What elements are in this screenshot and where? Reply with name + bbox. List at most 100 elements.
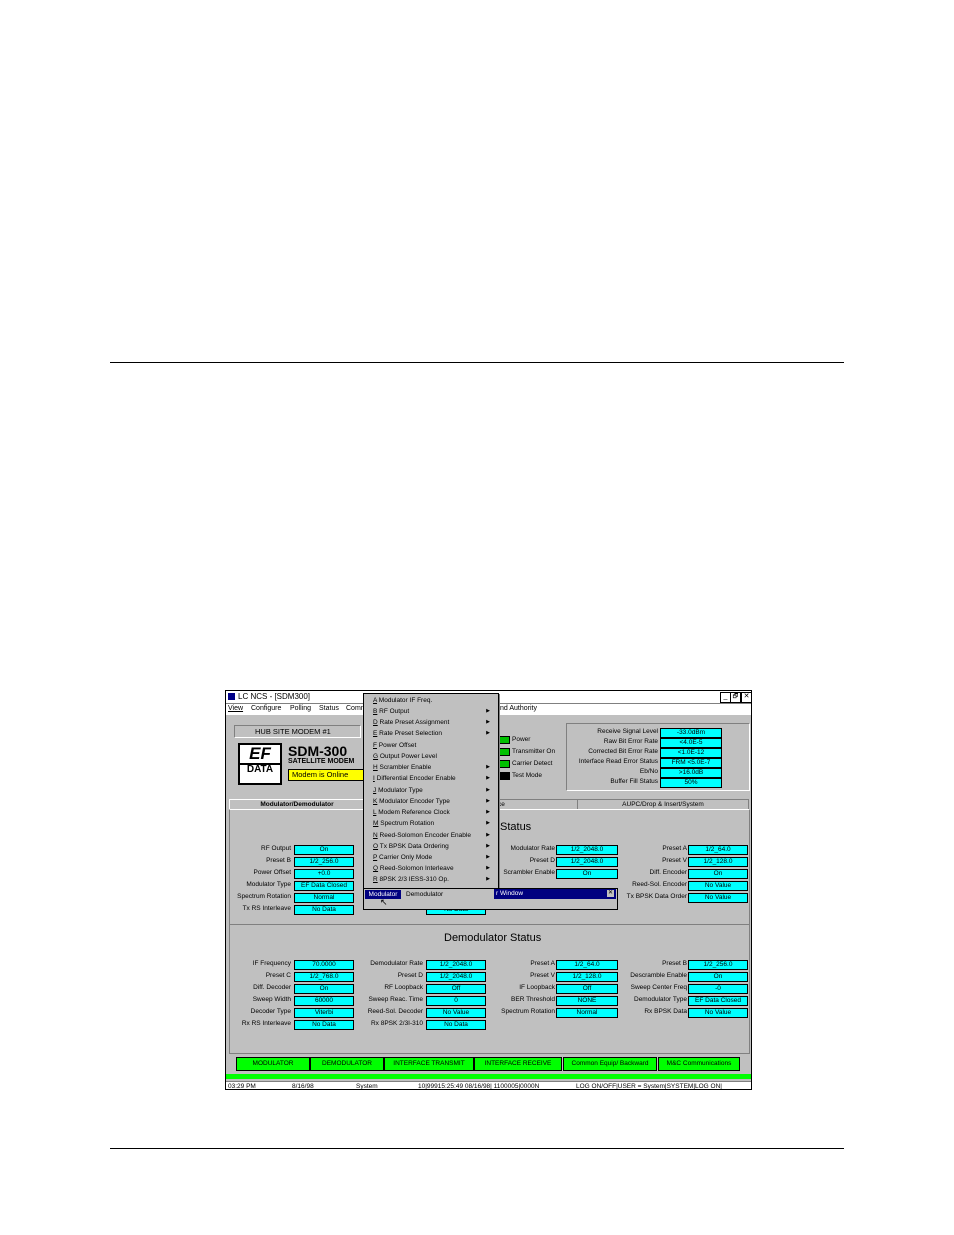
menu-item[interactable]: K Modulator Encoder Type ▶ (373, 798, 493, 805)
menu-item[interactable]: P Carrier Only Mode ▶ (373, 854, 493, 861)
field-label: Sweep Center Freq (630, 984, 687, 991)
online-status: Modem is Online (288, 769, 367, 781)
submenu-arrow-icon: ▶ (486, 843, 490, 849)
metric-value: 50% (660, 778, 722, 788)
menu-item[interactable]: N Reed-Solomon Encoder Enable ▶ (373, 832, 493, 839)
field-value: 1/2_64.0 (688, 845, 748, 855)
field-value: 1/2_768.0 (294, 972, 354, 982)
menu-item[interactable]: O Tx BPSK Data Ordering ▶ (373, 843, 493, 850)
submenu-arrow-icon: ▶ (486, 787, 490, 793)
field-label: Preset A (530, 960, 555, 967)
menu-item[interactable]: Q Reed-Solomon Interleave ▶ (373, 865, 493, 872)
status-time: 03:29 PM (228, 1083, 256, 1090)
green-strip (226, 1074, 751, 1079)
field-value: No Data (294, 905, 354, 915)
menu-item[interactable]: B RF Output ▶ (373, 708, 493, 715)
submenu-close-icon[interactable]: ✕ (607, 890, 614, 897)
field-label: Sweep Reac. Time (368, 996, 423, 1003)
menu-view[interactable]: View (228, 705, 243, 712)
field-value: 70.0000 (294, 960, 354, 970)
field-label: Demodulator Type (634, 996, 687, 1003)
menu-polling[interactable]: Polling (290, 705, 311, 712)
modulator-context-menu: A Modulator IF Freq. B RF Output ▶ D Rate… (363, 693, 499, 889)
menu-item[interactable]: E Rate Preset Selection ▶ (373, 730, 493, 737)
submenu-arrow-icon: ▶ (486, 719, 490, 725)
field-value: Viterbi (294, 1008, 354, 1018)
menu-authority[interactable]: nd Authority (500, 705, 537, 712)
menu-item[interactable]: M Spectrum Rotation ▶ (373, 820, 493, 827)
menu-item[interactable]: I Differential Encoder Enable ▶ (373, 775, 493, 782)
field-label: BER Threshold (511, 996, 555, 1003)
interface-transmit-button[interactable]: INTERFACE TRANSMIT (384, 1057, 474, 1071)
bottom-divider (110, 1148, 844, 1149)
metric-label: Buffer Fill Status (610, 778, 658, 785)
app-icon (228, 693, 235, 700)
submenu-arrow-icon: ▶ (486, 798, 490, 804)
menu-item[interactable]: A Modulator IF Freq. (373, 697, 432, 704)
restore-button[interactable]: 🗗 (730, 692, 741, 703)
submenu-arrow-icon: ▶ (486, 809, 490, 815)
mc-communications-button[interactable]: M&C Communications (658, 1057, 740, 1071)
field-value: On (688, 972, 748, 982)
field-value: 1/2_2048.0 (556, 857, 618, 867)
model-name: SDM-300 (288, 743, 348, 759)
menu-configure[interactable]: Configure (251, 705, 281, 712)
field-value: 1/2_64.0 (556, 960, 618, 970)
menu-item[interactable]: G Output Power Level (373, 753, 437, 760)
field-label: Demodulator Rate (370, 960, 423, 967)
menu-item[interactable]: H Scrambler Enable ▶ (373, 764, 493, 771)
power-label: Power (512, 736, 531, 743)
menu-item[interactable]: F Power Offset (373, 742, 416, 749)
carrier-label: Carrier Detect (512, 760, 553, 767)
field-value: EF Data Closed (294, 881, 354, 891)
field-value: Normal (294, 893, 354, 903)
mouse-cursor-icon: ↖ (380, 897, 388, 907)
field-label: Preset B (662, 960, 687, 967)
field-label: Reed-Sol. Encoder (632, 881, 687, 888)
field-label: Spectrum Rotation (237, 893, 291, 900)
field-label: Descramble Enable (630, 972, 687, 979)
modulator-window-strip: r Window ✕ Modulator Demodulator ↖ (363, 888, 618, 910)
field-value: No Data (426, 1020, 486, 1030)
menu-item[interactable]: L Modem Reference Clock ▶ (373, 809, 493, 816)
submenu-tab-demodulator[interactable]: Demodulator (406, 890, 443, 899)
demodulator-button[interactable]: DEMODULATOR (310, 1057, 384, 1071)
field-value: 1/2_128.0 (556, 972, 618, 982)
field-label: Preset A (662, 845, 687, 852)
field-value: 0 (426, 996, 486, 1006)
metric-label: Corrected Bit Error Rate (588, 748, 658, 755)
metric-value: <1.0E-12 (660, 748, 722, 758)
ef-data-logo: EF DATA (238, 743, 282, 785)
status-bar: 03:29 PM 8/16/98 System 10|99915:25:49 0… (226, 1081, 751, 1090)
metric-value: <4.0E-5 (660, 738, 722, 748)
field-label: Modulator Rate (510, 845, 555, 852)
field-value: NONE (556, 996, 618, 1006)
modulator-status-title: Status (500, 821, 532, 833)
field-label: Preset D (529, 857, 555, 864)
field-value: 1/2_256.0 (688, 960, 748, 970)
menu-item[interactable]: D Rate Preset Assignment ▶ (373, 719, 493, 726)
field-label: Reed-Sol. Decoder (367, 1008, 423, 1015)
common-equip-button[interactable]: Common Equip/ Backward (563, 1057, 657, 1071)
submenu-arrow-icon: ▶ (486, 832, 490, 838)
top-divider (110, 362, 844, 363)
submenu-arrow-icon: ▶ (486, 730, 490, 736)
close-button[interactable]: ✕ (741, 692, 751, 703)
field-value: On (294, 845, 354, 855)
field-label: Preset V (530, 972, 555, 979)
menu-item[interactable]: J Modulator Type ▶ (373, 787, 493, 794)
field-label: IF Loopback (519, 984, 555, 991)
field-value: 1/2_2048.0 (426, 972, 486, 982)
submenu-arrow-icon: ▶ (486, 865, 490, 871)
field-label: Modulator Type (246, 881, 291, 888)
interface-receive-button[interactable]: INTERFACE RECEIVE (474, 1057, 562, 1071)
status-user: System (356, 1083, 378, 1090)
menu-status[interactable]: Status (319, 705, 339, 712)
field-value: On (688, 869, 748, 879)
menu-item[interactable]: R 8PSK 2/3 IESS-310 Op. ▶ (373, 876, 493, 883)
metric-label: Raw Bit Error Rate (603, 738, 658, 745)
status-date: 8/16/98 (292, 1083, 314, 1090)
metric-value: FRM <5.0E-7 (660, 758, 722, 768)
modulator-button[interactable]: MODULATOR (236, 1057, 310, 1071)
test-mode-label: Test Mode (512, 772, 542, 779)
